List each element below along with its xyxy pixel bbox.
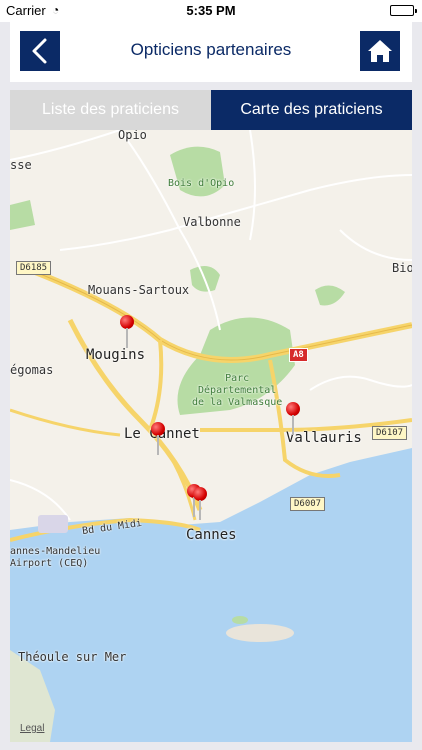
header: Opticiens partenaires (10, 22, 412, 82)
map-label-theoule: Théoule sur Mer (18, 650, 127, 664)
home-button[interactable] (360, 31, 400, 71)
map-label-airport: annes-Mandelieu Airport (CEQ) (10, 546, 101, 569)
road-badge-d6007: D6007 (290, 497, 326, 511)
pin-vallauris[interactable] (286, 402, 300, 436)
map-label-mouans-sartoux: Mouans-Sartoux (88, 283, 190, 297)
back-button[interactable] (20, 31, 60, 71)
map-label-bois-opio: Bois d'Opio (168, 178, 235, 189)
map-label-parc-valmasque: Parc Départemental de la Valmasque (192, 373, 283, 408)
page-title: Opticiens partenaires (130, 40, 292, 59)
road-badge-d6185: D6185 (16, 261, 52, 275)
map-label-egomas: égomas (10, 363, 54, 377)
status-bar: Carrier ◔ 5:35 PM (0, 0, 422, 22)
status-time: 5:35 PM (186, 3, 236, 18)
home-icon (368, 40, 392, 62)
map-label-valbonne: Valbonne (183, 215, 241, 229)
road-badge-a8: A8 (289, 348, 308, 362)
map-label-opio: Opio (118, 130, 147, 142)
battery-icon (390, 5, 417, 16)
map-label-cannes: Cannes (186, 527, 237, 543)
tab-carte-praticiens[interactable]: Carte des praticiens (211, 90, 412, 130)
map-label-sse: sse (10, 158, 32, 172)
pin-cannes-2[interactable] (193, 487, 207, 521)
segmented-tabs: Liste des praticiens Carte des praticien… (10, 90, 412, 130)
road-badge-d6107: D6107 (372, 426, 408, 440)
pin-mougins[interactable] (120, 315, 134, 349)
map-label-bio: Bio (392, 261, 412, 275)
legal-link[interactable]: Legal (20, 723, 44, 734)
chevron-left-icon (32, 38, 47, 64)
map-view[interactable]: Opio sse Bois d'Opio Valbonne Bio Mouans… (10, 130, 412, 742)
pin-le-cannet[interactable] (151, 422, 165, 456)
tab-list-praticiens[interactable]: Liste des praticiens (10, 90, 211, 130)
map-label-mougins: Mougins (86, 347, 146, 363)
